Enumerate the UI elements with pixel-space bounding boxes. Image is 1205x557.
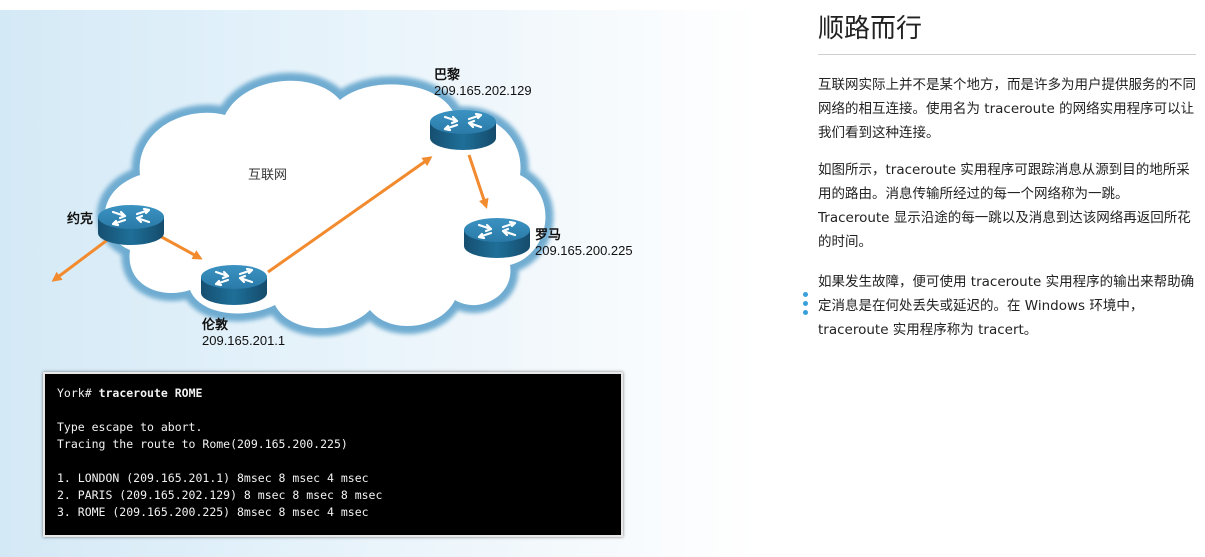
- terminal-line: Type escape to abort.: [57, 420, 203, 434]
- terminal-prompt: York#: [57, 386, 92, 400]
- terminal-hop-line: 3. ROME (209.165.200.225) 8msec 8 msec 4…: [57, 505, 369, 519]
- terminal-line: Tracing the route to Rome(209.165.200.22…: [57, 437, 348, 451]
- cloud-label: 互联网: [248, 168, 288, 183]
- terminal-command: traceroute ROME: [98, 386, 203, 400]
- page-title: 顺路而行: [818, 14, 923, 44]
- terminal-output: York# traceroute ROME Type escape to abo…: [43, 372, 623, 537]
- york-name: 约克: [67, 211, 94, 226]
- paragraph: 如果发生故障，便可使用 traceroute 实用程序的输出来帮助确定消息是在何…: [818, 274, 1195, 338]
- terminal-command-line: York# traceroute ROME: [57, 385, 609, 402]
- london-ip: 209.165.201.1: [202, 333, 286, 348]
- paris-name: 巴黎: [434, 67, 461, 82]
- arrow-york-out: [51, 236, 111, 282]
- terminal-hop-line: 2. PARIS (209.165.202.129) 8 msec 8 msec…: [57, 488, 383, 502]
- network-figure: 互联网 约克 伦敦 209.165.201.1 巴黎 209.165.202.1…: [0, 0, 760, 557]
- london-label: 伦敦 209.165.201.1: [202, 314, 285, 348]
- more-options-icon[interactable]: [803, 292, 809, 319]
- router-paris: [430, 110, 496, 150]
- rome-name: 罗马: [535, 227, 562, 242]
- title-divider: [818, 54, 1196, 55]
- rome-label: 罗马 209.165.200.225: [535, 224, 633, 258]
- router-rome: [464, 218, 530, 258]
- terminal-hop-line: 1. LONDON (209.165.201.1) 8msec 8 msec 4…: [57, 471, 369, 485]
- rome-ip: 209.165.200.225: [535, 243, 633, 258]
- paragraph: 如图所示，traceroute 实用程序可跟踪消息从源到目的地所采用的路由。消息…: [818, 162, 1191, 250]
- router-london: [201, 265, 267, 305]
- router-york: [98, 205, 164, 245]
- york-label: 约克: [67, 208, 93, 227]
- london-name: 伦敦: [202, 317, 229, 332]
- paragraph: 互联网实际上并不是某个地方，而是许多为用户提供服务的不同网络的相互连接。使用名为…: [818, 77, 1196, 141]
- paris-label: 巴黎 209.165.202.129: [434, 64, 532, 98]
- paris-ip: 209.165.202.129: [434, 83, 532, 98]
